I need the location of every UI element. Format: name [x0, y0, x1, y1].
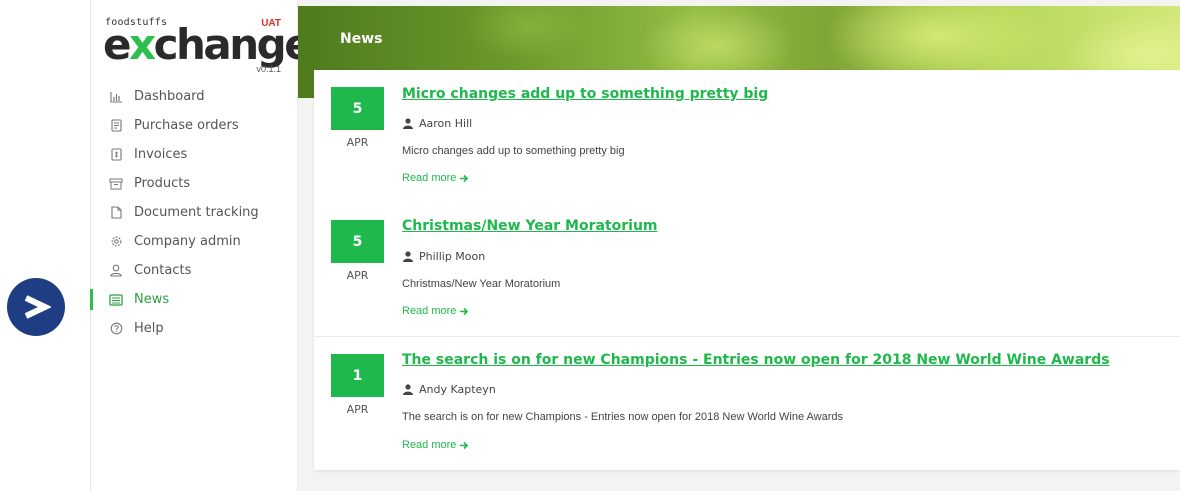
sidebar-item-label: Help [134, 321, 164, 336]
sidebar-item-label: Purchase orders [134, 118, 239, 133]
read-more-label: Read more [402, 172, 457, 184]
user-icon [109, 264, 123, 278]
read-more-link[interactable]: Read more [402, 439, 469, 451]
news-summary: The search is on for new Champions - Ent… [402, 411, 844, 423]
help-circle-icon [109, 322, 123, 336]
user-icon [402, 383, 414, 396]
sidebar-item-dashboard[interactable]: Dashboard [91, 82, 298, 111]
read-more-label: Read more [402, 305, 457, 317]
news-item: 1 APR The search is on for new Champions… [314, 337, 1180, 470]
author-name: Phillip Moon [419, 250, 486, 263]
user-icon [402, 250, 414, 263]
sidebar-item-label: Dashboard [134, 89, 205, 104]
user-icon [402, 117, 414, 130]
date-month: APR [331, 263, 384, 287]
sidebar-item-label: Invoices [134, 147, 188, 162]
news-item: 5 APR Micro changes add up to something … [314, 70, 1180, 203]
author-name: Aaron Hill [419, 117, 473, 130]
news-title-link[interactable]: Micro changes add up to something pretty… [402, 86, 768, 102]
sidebar-item-invoices[interactable]: Invoices [91, 140, 298, 169]
brand-logo[interactable]: foodstuffs UAT exchange v0.1.1 [103, 14, 313, 82]
news-title-link[interactable]: Christmas/New Year Moratorium [402, 218, 658, 234]
arrow-right-icon [460, 307, 469, 315]
arrow-right-icon [460, 174, 469, 182]
sidebar-item-contacts[interactable]: Contacts [91, 256, 298, 285]
date-badge: 5 APR [331, 220, 384, 287]
bar-chart-icon [109, 90, 123, 104]
date-month: APR [331, 397, 384, 421]
sidebar-item-help[interactable]: Help [91, 314, 298, 343]
sidebar-item-label: Contacts [134, 263, 192, 278]
read-more-link[interactable]: Read more [402, 172, 469, 184]
app-window: foodstuffs UAT exchange v0.1.1 Dashboard… [0, 0, 1180, 491]
sidebar-item-document-tracking[interactable]: Document tracking [91, 198, 298, 227]
news-title-link[interactable]: The search is on for new Champions - Ent… [402, 352, 1110, 368]
read-more-link[interactable]: Read more [402, 305, 469, 317]
date-day: 1 [331, 354, 384, 397]
news-author: Phillip Moon [402, 250, 485, 263]
date-month: APR [331, 130, 384, 154]
sidebar-item-news[interactable]: News [90, 285, 298, 314]
sidebar-nav: Dashboard Purchase orders Invoices Produ… [90, 82, 298, 343]
main-content: News 5 APR Micro changes add up to somet… [298, 0, 1180, 491]
version-label: v0.1.1 [256, 64, 281, 74]
news-author: Andy Kapteyn [402, 383, 496, 396]
read-more-label: Read more [402, 439, 457, 451]
news-summary: Micro changes add up to something pretty… [402, 145, 625, 157]
file-icon [109, 206, 123, 220]
date-badge: 1 APR [331, 354, 384, 421]
news-summary: Christmas/New Year Moratorium [402, 278, 561, 290]
sidebar-item-label: Products [134, 176, 191, 191]
box-icon [109, 177, 123, 191]
news-item: 5 APR Christmas/New Year Moratorium Phil… [314, 203, 1180, 336]
brand-name: exchange [103, 20, 313, 69]
arrow-right-icon [460, 441, 469, 449]
sidebar-item-label: News [134, 292, 170, 307]
sidebar-item-label: Company admin [134, 234, 241, 249]
invoice-icon [109, 148, 123, 162]
news-author: Aaron Hill [402, 117, 472, 130]
sidebar-item-products[interactable]: Products [91, 169, 298, 198]
gear-icon [109, 235, 123, 249]
newspaper-icon [109, 293, 123, 307]
date-day: 5 [331, 220, 384, 263]
play-icon[interactable] [7, 278, 65, 336]
date-badge: 5 APR [331, 87, 384, 154]
sidebar-item-company-admin[interactable]: Company admin [91, 227, 298, 256]
page-title: News [340, 31, 383, 47]
author-name: Andy Kapteyn [419, 383, 496, 396]
sidebar: foodstuffs UAT exchange v0.1.1 Dashboard… [90, 0, 313, 491]
news-card: 5 APR Micro changes add up to something … [314, 70, 1180, 470]
date-day: 5 [331, 87, 384, 130]
document-list-icon [109, 119, 123, 133]
sidebar-item-purchase-orders[interactable]: Purchase orders [91, 111, 298, 140]
sidebar-item-label: Document tracking [134, 205, 259, 220]
